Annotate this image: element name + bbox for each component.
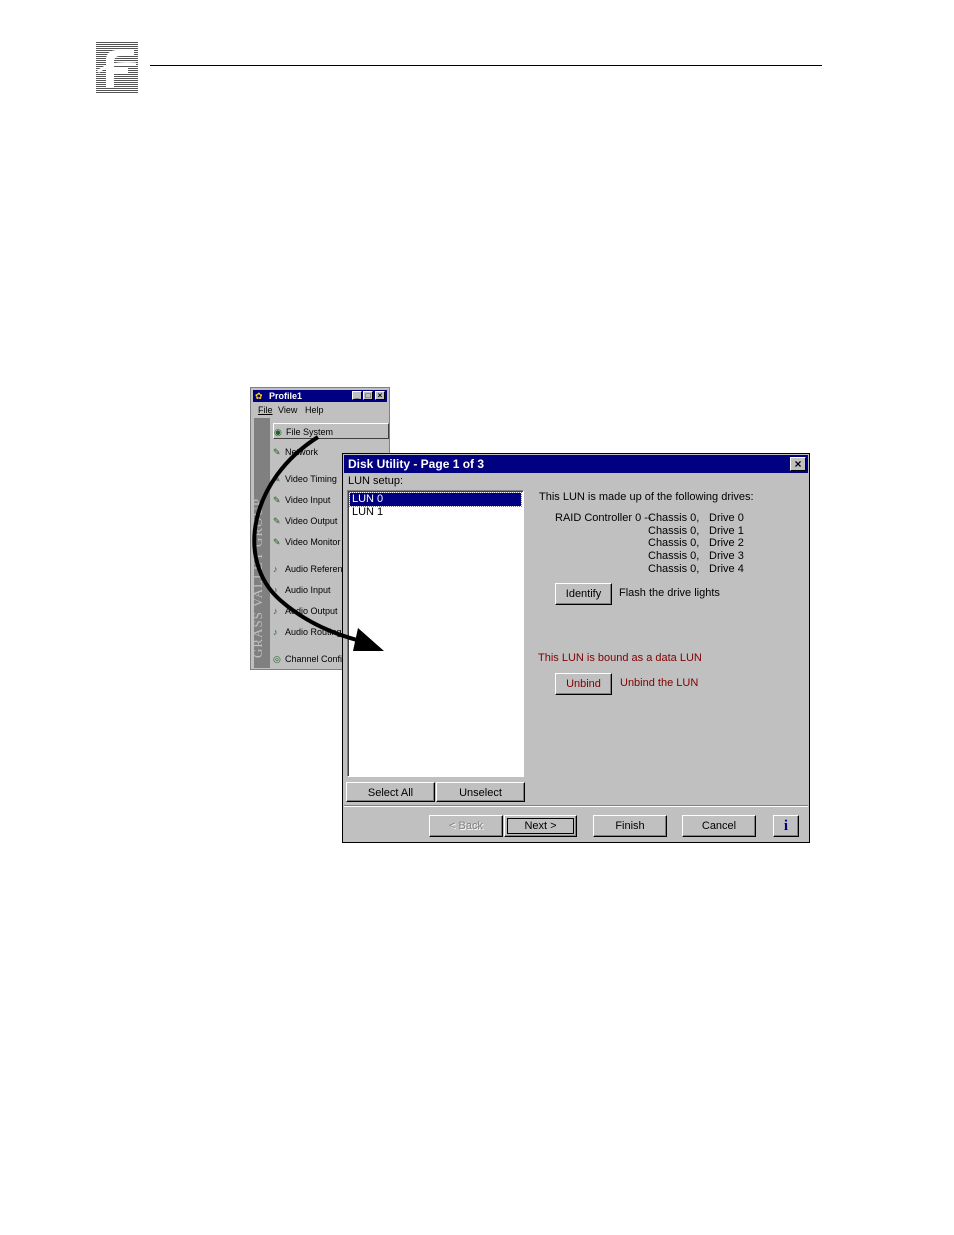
menu-help[interactable]: Help	[305, 404, 324, 416]
identify-button[interactable]: Identify	[555, 583, 612, 605]
cancel-button[interactable]: Cancel	[682, 815, 756, 837]
video-icon: ✎	[273, 474, 281, 484]
audio-icon: ♪	[273, 585, 278, 595]
audio-icon: ♪	[273, 564, 278, 574]
finish-button[interactable]: Finish	[593, 815, 667, 837]
brand-text: GRASS VALLEY GROUP	[250, 497, 265, 658]
menu-view[interactable]: View	[278, 404, 297, 416]
brand-sidebar: GRASS VALLEY GROUP	[251, 418, 270, 668]
minimize-icon[interactable]: _	[352, 391, 362, 400]
network-icon: ✎	[273, 447, 281, 457]
drive-chassis: Chassis 0,	[648, 512, 700, 524]
unselect-button[interactable]: Unselect	[436, 782, 525, 802]
unbind-button[interactable]: Unbind	[555, 673, 612, 695]
video-icon: ✎	[273, 537, 281, 547]
nav-file-system[interactable]: ◉ File System	[273, 423, 389, 439]
profile-menubar: File View Help	[253, 404, 387, 416]
drive-number: Drive 4	[709, 563, 744, 575]
disk-icon: ◉	[274, 427, 282, 437]
raid-controller-label: RAID Controller 0 --	[555, 512, 652, 524]
lun-setup-label: LUN setup:	[348, 475, 404, 487]
close-icon[interactable]: ×	[790, 457, 806, 471]
unbind-description: Unbind the LUN	[620, 677, 699, 689]
video-icon: ✎	[273, 495, 281, 505]
drive-number: Drive 3	[709, 550, 744, 562]
info-button[interactable]: i	[773, 815, 799, 837]
menu-file[interactable]: File	[258, 404, 273, 416]
audio-icon: ♪	[273, 627, 278, 637]
select-all-button[interactable]: Select All	[346, 782, 435, 802]
drive-number: Drive 2	[709, 537, 744, 549]
lun-drives-heading: This LUN is made up of the following dri…	[539, 491, 754, 503]
dialog-titlebar[interactable]: Disk Utility - Page 1 of 3 ×	[344, 455, 808, 473]
list-item-lun-0[interactable]: LUN 0	[349, 492, 522, 507]
audio-icon: ♪	[273, 606, 278, 616]
drive-number: Drive 0	[709, 512, 744, 524]
profile-title: Profile1	[269, 391, 303, 401]
footer-separator	[344, 805, 808, 807]
profile-titlebar[interactable]: ✿ Profile1 _ □ ×	[253, 390, 387, 402]
company-logo-icon	[96, 42, 138, 94]
next-button[interactable]: Next >	[504, 815, 577, 837]
maximize-icon[interactable]: □	[363, 391, 373, 400]
channel-icon: ◎	[273, 654, 281, 664]
bound-status-text: This LUN is bound as a data LUN	[538, 652, 702, 664]
drive-chassis: Chassis 0,	[648, 563, 700, 575]
drive-chassis: Chassis 0,	[648, 537, 700, 549]
header-rule	[150, 65, 822, 66]
lun-list[interactable]: LUN 0 LUN 1	[347, 490, 524, 777]
video-icon: ✎	[273, 516, 281, 526]
disk-utility-dialog[interactable]: Disk Utility - Page 1 of 3 × LUN setup: …	[342, 453, 810, 843]
back-button[interactable]: < Back	[429, 815, 503, 837]
dialog-title: Disk Utility - Page 1 of 3	[348, 457, 485, 471]
profile-app-icon: ✿	[255, 391, 263, 401]
close-icon[interactable]: ×	[375, 391, 385, 400]
list-item-lun-1[interactable]: LUN 1	[350, 506, 521, 519]
identify-description: Flash the drive lights	[619, 587, 720, 599]
drive-chassis: Chassis 0,	[648, 550, 700, 562]
